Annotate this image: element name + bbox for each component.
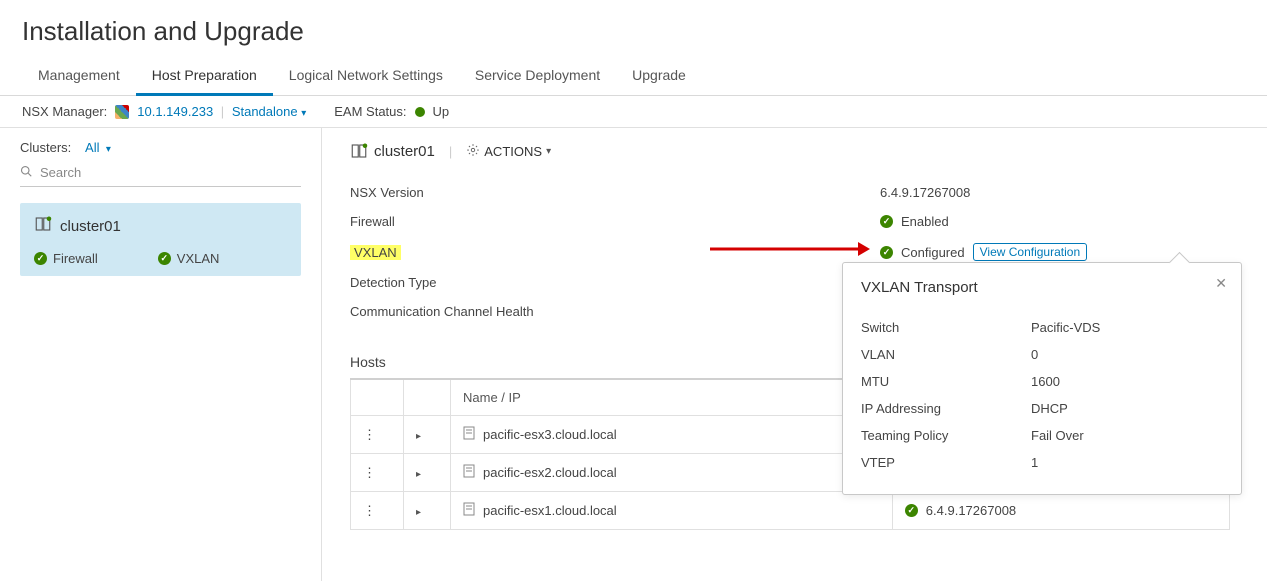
detection-type-label: Detection Type xyxy=(350,275,880,290)
host-icon xyxy=(463,464,475,481)
cluster-icon xyxy=(34,215,52,237)
expand-row-icon[interactable]: ▸ xyxy=(404,416,451,454)
tab-service-deployment[interactable]: Service Deployment xyxy=(459,57,616,95)
table-row[interactable]: ⋮ ▸ pacific-esx1.cloud.local ✓6.4.9.1726… xyxy=(351,492,1230,530)
chevron-down-icon: ▾ xyxy=(301,108,306,119)
close-icon[interactable]: ✕ xyxy=(1215,275,1227,292)
page-title: Installation and Upgrade xyxy=(0,0,1267,57)
check-icon: ✓ xyxy=(905,504,918,517)
nsx-manager-label: NSX Manager: xyxy=(22,104,107,119)
firewall-value: ✓ Enabled xyxy=(880,214,949,229)
nsx-version-value: 6.4.9.17267008 xyxy=(880,185,970,200)
info-bar: NSX Manager: 10.1.149.233 | Standalone ▾… xyxy=(0,96,1267,128)
tab-host-preparation[interactable]: Host Preparation xyxy=(136,57,273,95)
tab-bar: Management Host Preparation Logical Netw… xyxy=(0,57,1267,96)
status-badge: ✓ VXLAN xyxy=(158,251,220,266)
nsx-manager-link[interactable]: 10.1.149.233 | Standalone ▾ xyxy=(137,104,306,119)
sidebar: Clusters: All ▾ cluster01 xyxy=(0,128,322,581)
comm-channel-label: Communication Channel Health xyxy=(350,304,880,319)
host-icon xyxy=(463,502,475,519)
chevron-down-icon: ▾ xyxy=(546,146,551,157)
expand-row-icon[interactable]: ▸ xyxy=(404,454,451,492)
cluster-filter[interactable]: Clusters: All ▾ xyxy=(20,140,301,155)
annotation-arrow-icon xyxy=(710,239,870,259)
chevron-down-icon: ▾ xyxy=(103,144,111,155)
gear-icon xyxy=(466,143,480,160)
status-badge: ✓ Firewall xyxy=(34,251,98,266)
check-icon: ✓ xyxy=(880,215,893,228)
firewall-label: Firewall xyxy=(350,214,880,229)
eam-status-value: Up xyxy=(433,104,450,119)
tab-upgrade[interactable]: Upgrade xyxy=(616,57,702,95)
row-actions-icon[interactable]: ⋮ xyxy=(351,416,404,454)
row-actions-icon[interactable]: ⋮ xyxy=(351,492,404,530)
nsx-version-label: NSX Version xyxy=(350,185,880,200)
status-dot-icon xyxy=(415,107,425,117)
sidebar-cluster-name: cluster01 xyxy=(60,218,121,235)
search-input[interactable] xyxy=(38,164,262,181)
popover-title: VXLAN Transport xyxy=(861,279,1223,296)
actions-button[interactable]: ACTIONS ▾ xyxy=(466,143,551,160)
vxlan-value: ✓ Configured View Configuration xyxy=(880,243,1087,261)
cluster-icon xyxy=(350,142,368,160)
nsx-manager-icon xyxy=(115,105,129,119)
search-icon xyxy=(20,165,32,180)
row-actions-icon[interactable]: ⋮ xyxy=(351,454,404,492)
cluster-title: cluster01 xyxy=(350,142,435,160)
check-icon: ✓ xyxy=(34,252,47,265)
expand-row-icon[interactable]: ▸ xyxy=(404,492,451,530)
check-icon: ✓ xyxy=(158,252,171,265)
check-icon: ✓ xyxy=(880,246,893,259)
tab-logical-network-settings[interactable]: Logical Network Settings xyxy=(273,57,459,95)
col-name[interactable]: Name / IP xyxy=(451,379,893,416)
host-icon xyxy=(463,426,475,443)
search-input-row[interactable] xyxy=(20,161,301,187)
view-configuration-link[interactable]: View Configuration xyxy=(973,243,1088,261)
tab-management[interactable]: Management xyxy=(22,57,136,95)
sidebar-cluster-card[interactable]: cluster01 ✓ Firewall ✓ VXLAN xyxy=(20,203,301,276)
eam-status-label: EAM Status: xyxy=(334,104,406,119)
vxlan-transport-popover: ✕ VXLAN Transport SwitchPacific-VDS VLAN… xyxy=(842,262,1242,495)
